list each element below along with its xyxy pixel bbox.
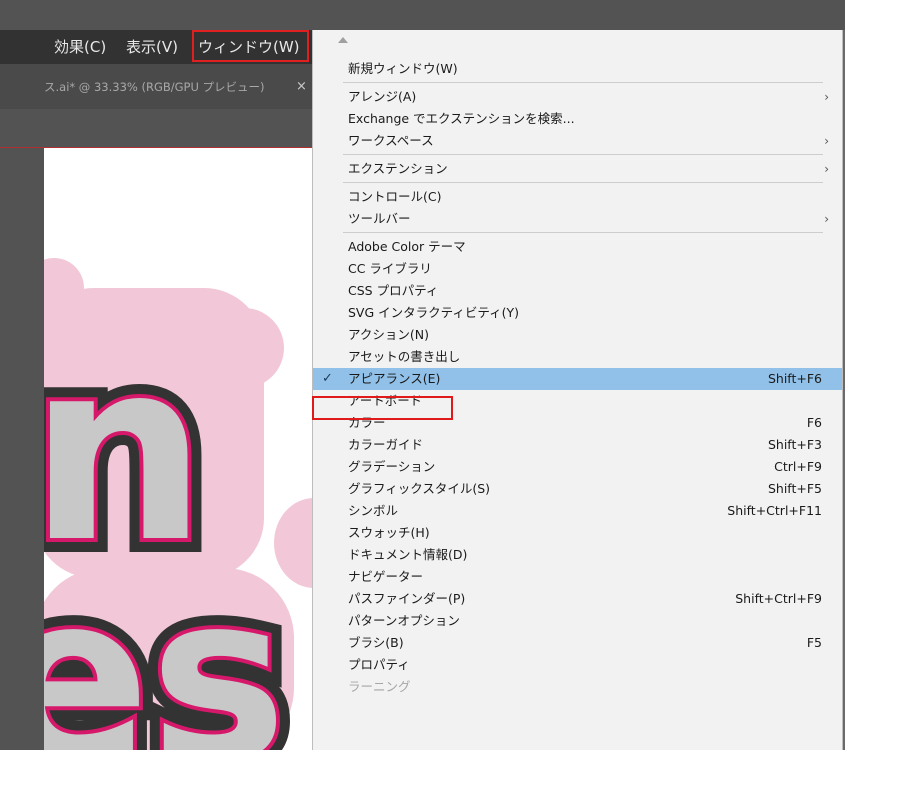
appearance-annotation-box [312, 396, 453, 420]
menu-item-label: ドキュメント情報(D) [348, 547, 468, 562]
menu-item[interactable]: アクション(N) [313, 324, 842, 346]
menu-item[interactable]: CSS プロパティ [313, 280, 842, 302]
menu-separator [343, 154, 823, 155]
menu-item-label: Adobe Color テーマ [348, 239, 466, 254]
menu-item[interactable]: ワークスペース › [313, 130, 842, 152]
menu-item[interactable]: ブラシ(B) F5 [313, 632, 842, 654]
menu-item-label: アレンジ(A) [348, 89, 417, 104]
artwork-line2: es [44, 546, 287, 750]
menu-window-annotation-box [192, 30, 309, 62]
menu-item-label: パスファインダー(P) [348, 591, 466, 606]
menu-item-label: ナビゲーター [348, 569, 424, 584]
menu-item[interactable]: ドキュメント情報(D) [313, 544, 842, 566]
panel-edge [843, 30, 845, 750]
menu-item[interactable]: 新規ウィンドウ(W) [313, 58, 842, 80]
menu-item-shortcut: Shift+Ctrl+F9 [735, 591, 822, 606]
menu-item[interactable]: ナビゲーター [313, 566, 842, 588]
menu-item[interactable]: SVG インタラクティビティ(Y) [313, 302, 842, 324]
menu-item-label: アピアランス(E) [348, 371, 441, 386]
menu-item-label: ブラシ(B) [348, 635, 404, 650]
menu-item-label: ラーニング [348, 679, 411, 694]
submenu-arrow-icon: › [824, 162, 829, 176]
menu-item[interactable]: グラフィックスタイル(S) Shift+F5 [313, 478, 842, 500]
menu-item[interactable]: ✓ アピアランス(E) Shift+F6 [313, 368, 842, 390]
menu-separator [343, 182, 823, 183]
window-dropdown-menu: 新規ウィンドウ(W) アレンジ(A) › Exchange でエクステンションを検索.… [312, 30, 843, 750]
artwork: n n es es [44, 258, 334, 750]
submenu-arrow-icon: › [824, 134, 829, 148]
menu-item-label: エクステンション [348, 161, 448, 176]
menu-item[interactable]: シンボル Shift+Ctrl+F11 [313, 500, 842, 522]
menu-item-label: CC ライブラリ [348, 261, 432, 276]
menu-item[interactable]: Exchange でエクステンションを検索... [313, 108, 842, 130]
artboard-canvas[interactable]: n n es es [44, 148, 334, 750]
menu-item-label: アセットの書き出し [348, 349, 461, 364]
submenu-arrow-icon: › [824, 90, 829, 104]
menu-effect[interactable]: 効果(C) [54, 30, 106, 64]
menu-item-label: 新規ウィンドウ(W) [348, 61, 458, 76]
menu-item[interactable]: カラーガイド Shift+F3 [313, 434, 842, 456]
menu-item[interactable]: プロパティ [313, 654, 842, 676]
menu-item-label: パターンオプション [348, 613, 460, 628]
menu-view[interactable]: 表示(V) [126, 30, 178, 64]
menu-item-label: アクション(N) [348, 327, 429, 342]
menu-item: ラーニング [313, 676, 842, 698]
menu-item[interactable]: エクステンション › [313, 158, 842, 180]
menu-item-label: グラデーション [348, 459, 436, 474]
menu-item-shortcut: F6 [806, 415, 822, 430]
menu-item-shortcut: F5 [806, 635, 822, 650]
menu-item-label: コントロール(C) [348, 189, 442, 204]
submenu-arrow-icon: › [824, 212, 829, 226]
menu-item[interactable]: ツールバー › [313, 208, 842, 230]
menu-item-shortcut: Ctrl+F9 [774, 459, 822, 474]
menu-item[interactable]: アセットの書き出し [313, 346, 842, 368]
menu-item-label: シンボル [348, 503, 399, 518]
menu-item-shortcut: Shift+F6 [767, 371, 822, 386]
menu-item-label: プロパティ [348, 657, 410, 672]
menu-separator [343, 82, 823, 83]
menu-item[interactable]: アレンジ(A) › [313, 86, 842, 108]
menu-separator [343, 232, 823, 233]
menu-item-shortcut: Shift+F5 [767, 481, 822, 496]
menu-item[interactable]: グラデーション Ctrl+F9 [313, 456, 842, 478]
menu-item[interactable]: Adobe Color テーマ [313, 236, 842, 258]
menu-item-shortcut: Shift+F3 [767, 437, 822, 452]
menu-item[interactable]: スウォッチ(H) [313, 522, 842, 544]
menu-item-label: グラフィックスタイル(S) [348, 481, 491, 496]
menu-item-label: スウォッチ(H) [348, 525, 430, 540]
menu-item-label: ツールバー [348, 211, 411, 226]
menu-item[interactable]: コントロール(C) [313, 186, 842, 208]
menu-item-label: ワークスペース [348, 133, 434, 148]
menu-item-label: Exchange でエクステンションを検索... [348, 111, 575, 126]
menu-item[interactable]: CC ライブラリ [313, 258, 842, 280]
checkmark-icon: ✓ [322, 371, 333, 386]
menu-item[interactable]: パターンオプション [313, 610, 842, 632]
menu-item-label: SVG インタラクティビティ(Y) [348, 305, 520, 320]
close-tab-icon[interactable]: × [296, 64, 307, 109]
menu-item[interactable]: パスファインダー(P) Shift+Ctrl+F9 [313, 588, 842, 610]
menu-item-shortcut: Shift+Ctrl+F11 [727, 503, 822, 518]
menu-item-label: CSS プロパティ [348, 283, 439, 298]
scroll-up-icon[interactable] [338, 37, 348, 43]
menu-item-label: カラーガイド [348, 437, 424, 452]
document-tab-title[interactable]: ス.ai* @ 33.33% (RGB/GPU プレビュー) [44, 64, 265, 109]
